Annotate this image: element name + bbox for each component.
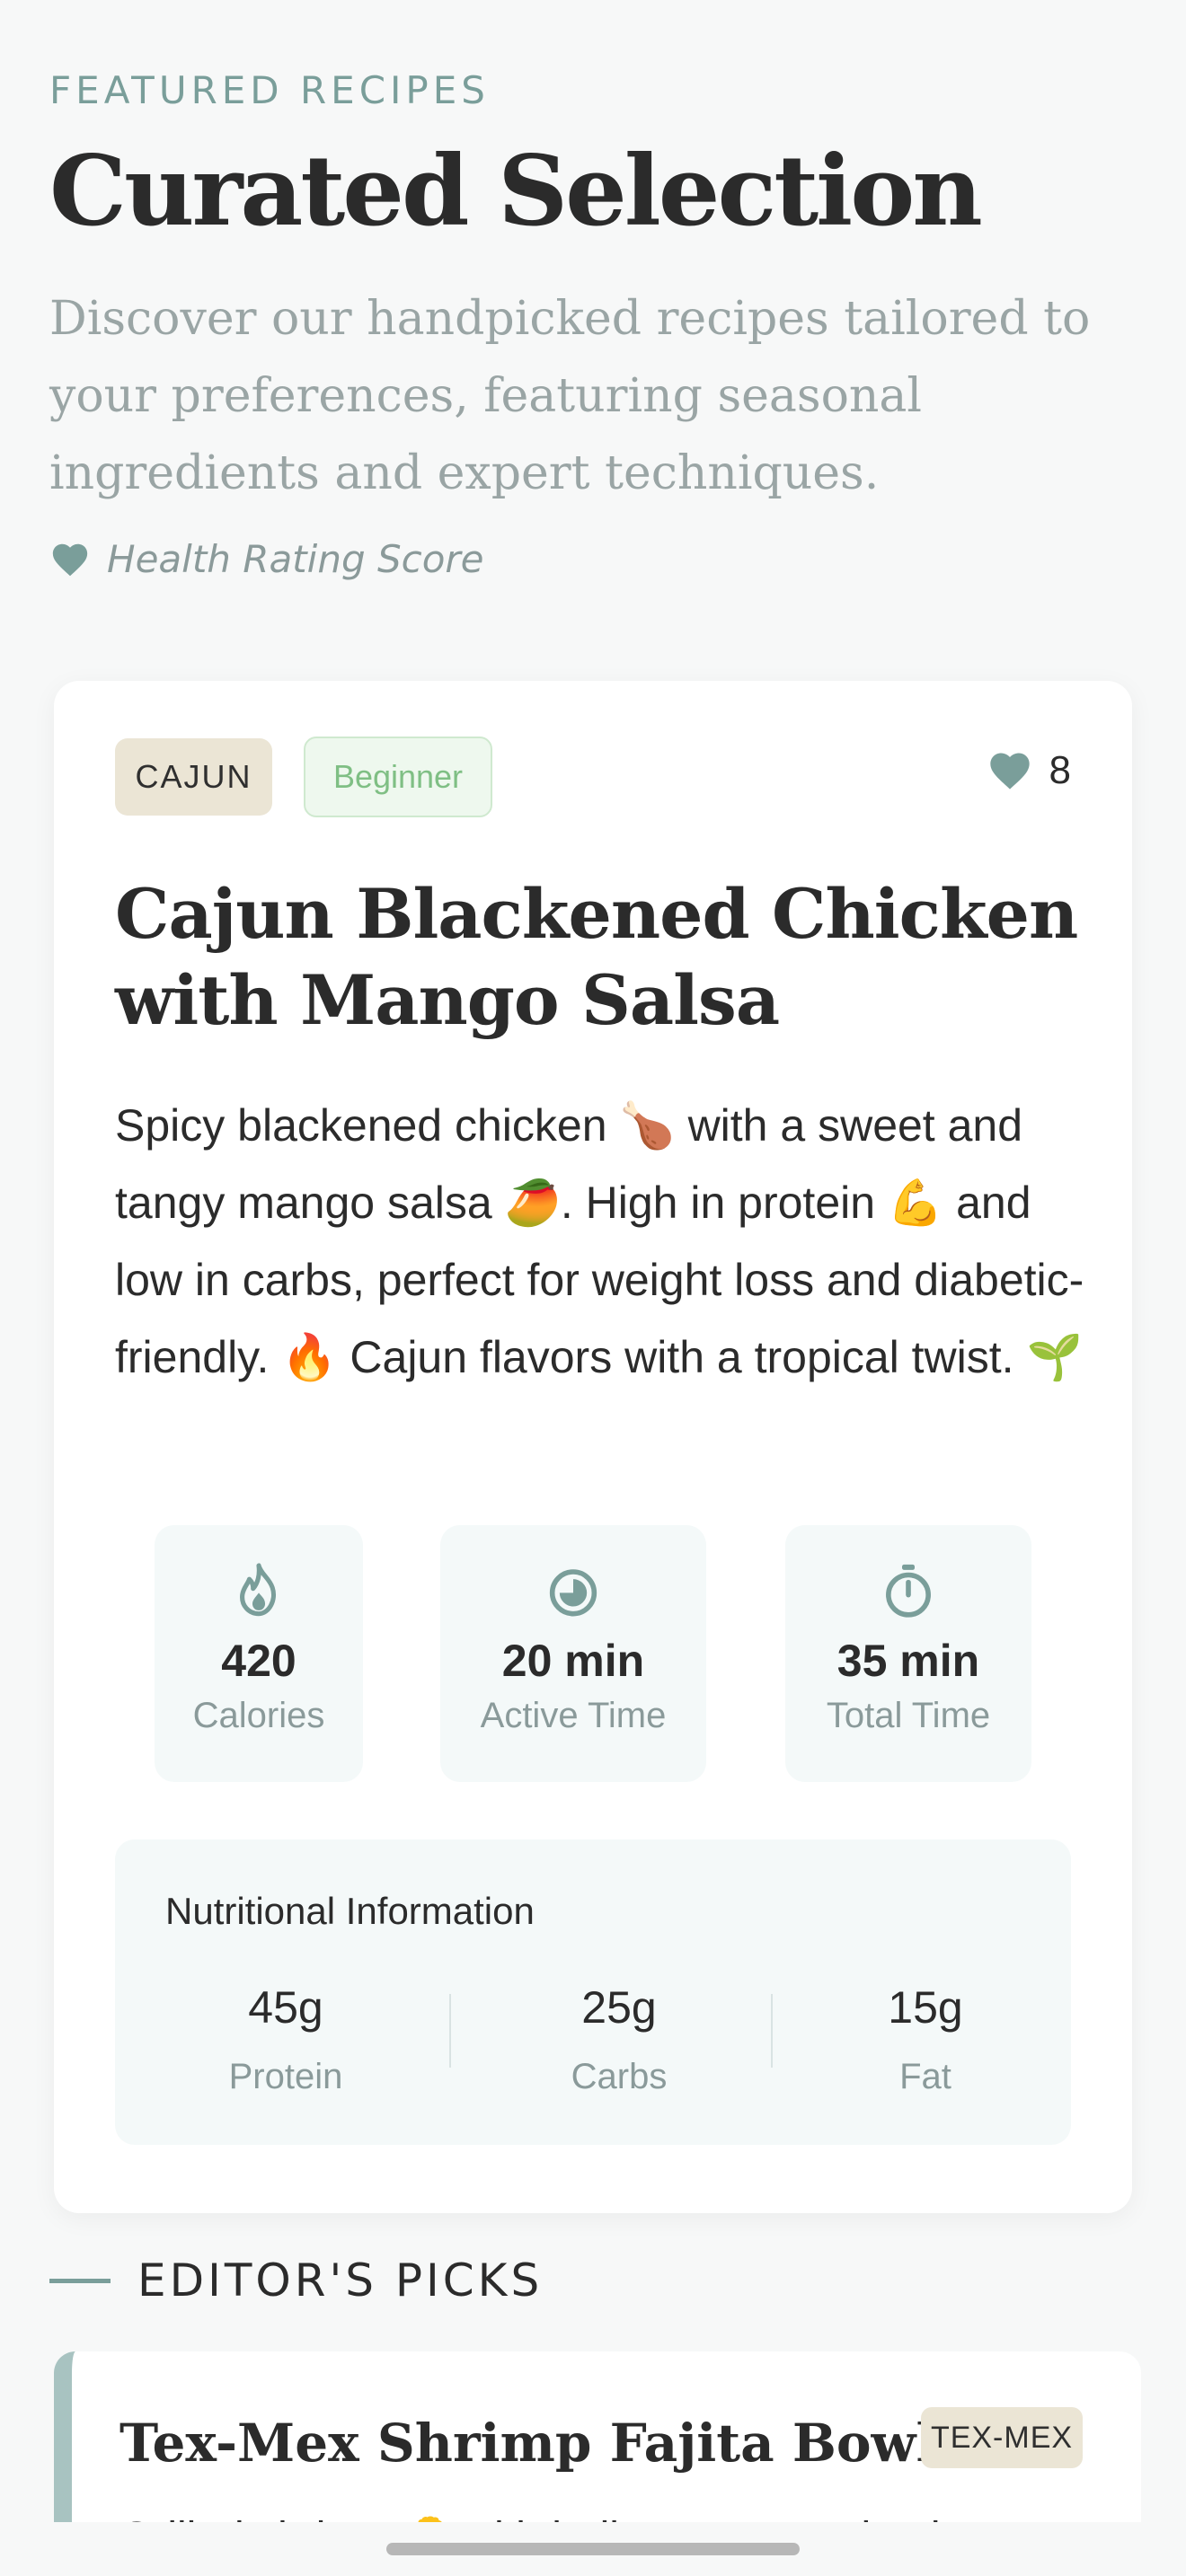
difficulty-tag: Beginner (304, 737, 492, 817)
health-rating-legend: Health Rating Score (49, 537, 484, 581)
recipes-screen: FEATURED RECIPES Curated Selection Disco… (0, 0, 1186, 2576)
heart-icon (52, 543, 88, 576)
section-eyebrow: FEATURED RECIPES (49, 68, 490, 112)
favorite-count: 8 (1049, 748, 1071, 792)
nutrition-panel: Nutritional Information 45g Protein 25g … (115, 1839, 1071, 2145)
favorite-button[interactable]: 8 (987, 747, 1071, 794)
section-title: EDITOR'S PICKS (137, 2254, 544, 2307)
featured-recipe-card[interactable]: CAJUN Beginner 8 Cajun Blackened Chicken… (54, 681, 1132, 2213)
nutrition-value: 25g (581, 1982, 657, 2033)
stat-value: 20 min (501, 1636, 645, 1686)
stat-active-time: 20 min Active Time (440, 1525, 706, 1782)
flame-icon (240, 1563, 276, 1617)
stat-label: Active Time (480, 1696, 667, 1735)
stat-value: 35 min (836, 1636, 980, 1686)
nutrition-fat: 15g Fat (791, 1981, 1060, 2097)
cuisine-tag: TEX-MEX (921, 2407, 1083, 2468)
nutrition-protein: 45g Protein (151, 1981, 420, 2097)
nutrition-divider (771, 1994, 773, 2068)
recipe-description: Spicy blackened chicken 🍗 with a sweet a… (115, 1100, 1084, 1382)
home-indicator[interactable] (386, 2543, 800, 2555)
health-rating-label: Health Rating Score (107, 537, 484, 581)
nutrition-value: 45g (248, 1982, 323, 2033)
stopwatch-icon (886, 1564, 931, 1618)
nutrition-label: Protein (228, 2057, 343, 2096)
stat-value: 420 (221, 1636, 296, 1686)
pick-title[interactable]: Tex-Mex Shrimp Fajita Bowl (119, 2413, 936, 2474)
intro-text: Discover our handpicked recipes tailored… (49, 292, 1091, 500)
page-title: Curated Selection (49, 135, 983, 248)
editors-picks-header: EDITOR'S PICKS (49, 2254, 543, 2307)
stat-total-time: 35 min Total Time (785, 1525, 1031, 1782)
stat-label: Calories (192, 1696, 325, 1735)
nutrition-label: Carbs (571, 2057, 668, 2096)
clock-icon (549, 1569, 597, 1617)
nutrition-divider (449, 1994, 451, 2068)
nutrition-label: Fat (899, 2057, 951, 2096)
nutrition-title: Nutritional Information (165, 1890, 535, 1932)
nutrition-carbs: 25g Carbs (484, 1981, 754, 2097)
stat-calories: 420 Calories (155, 1525, 363, 1782)
recipe-title[interactable]: Cajun Blackened Chicken with Mango Salsa (115, 871, 1085, 1044)
cuisine-tag: CAJUN (115, 738, 272, 816)
nutrition-value: 15g (888, 1982, 963, 2033)
stat-label: Total Time (826, 1696, 991, 1735)
heart-icon (989, 753, 1030, 790)
section-rule (49, 2278, 111, 2283)
